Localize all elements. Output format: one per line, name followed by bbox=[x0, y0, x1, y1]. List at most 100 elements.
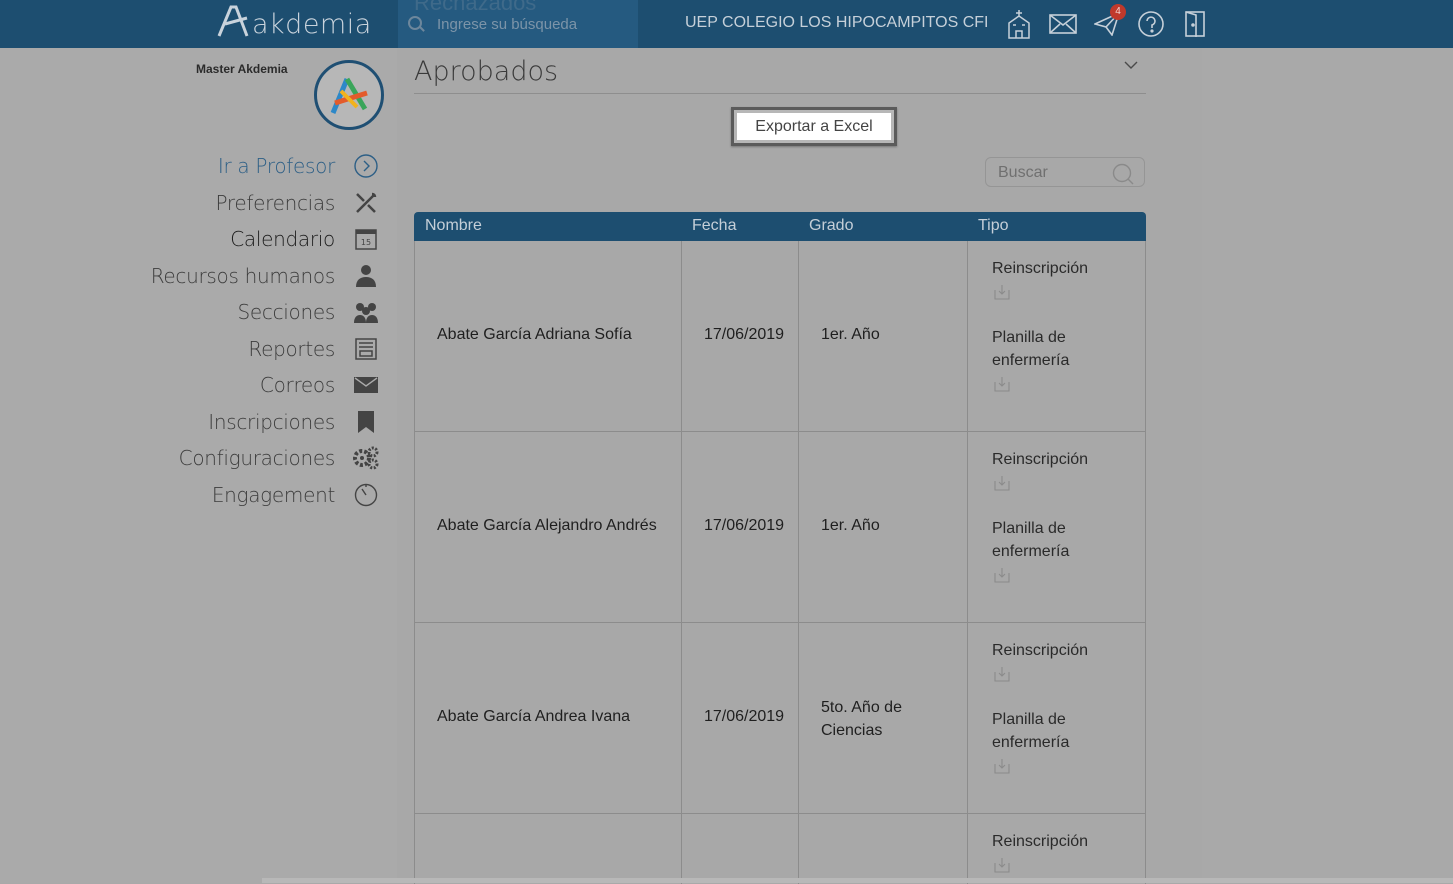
sidebar-item-label: Inscripciones bbox=[208, 409, 335, 434]
table-row: Reinscripción bbox=[414, 814, 1146, 884]
student-name: Abate García Adriana Sofía bbox=[437, 326, 632, 343]
student-date: 17/06/2019 bbox=[704, 708, 785, 725]
send-icon[interactable]: 4 bbox=[1092, 4, 1126, 40]
type-cell: Reinscripción Planilla de enfermería bbox=[992, 639, 1102, 774]
tools-icon bbox=[353, 190, 379, 216]
title-divider bbox=[414, 93, 1146, 94]
gears-icon bbox=[353, 445, 379, 471]
logo-text: akdemia bbox=[252, 8, 372, 40]
sidebar-item-label: Secciones bbox=[237, 300, 336, 325]
sidebar-menu: Ir a Profesor Preferencias Calendario 15… bbox=[79, 148, 379, 513]
akdemia-logo[interactable]: akdemia bbox=[216, 4, 372, 44]
sidebar-item-preferencias[interactable]: Preferencias bbox=[79, 185, 379, 222]
column-divider bbox=[967, 623, 968, 813]
type-label: Reinscripción bbox=[992, 260, 1089, 277]
download-icon[interactable] bbox=[994, 475, 1010, 491]
chevron-down-icon[interactable] bbox=[1124, 58, 1138, 72]
mail-icon bbox=[353, 372, 379, 398]
download-icon[interactable] bbox=[994, 666, 1010, 682]
column-header-grado[interactable]: Grado bbox=[809, 217, 853, 235]
search-icon[interactable] bbox=[1112, 163, 1134, 185]
table-row: Abate García Alejandro Andrés 17/06/2019… bbox=[414, 432, 1146, 623]
page-title: Aprobados bbox=[414, 56, 559, 87]
table-search bbox=[985, 157, 1145, 187]
type-label: Planilla de enfermería bbox=[992, 520, 1070, 560]
download-icon[interactable] bbox=[994, 758, 1010, 774]
type-cell: Reinscripción Planilla de enfermería bbox=[992, 257, 1102, 392]
sidebar-item-reportes[interactable]: Reportes bbox=[79, 331, 379, 368]
person-icon bbox=[353, 263, 379, 289]
column-divider bbox=[798, 814, 799, 884]
table-header: Nombre Fecha Grado Tipo bbox=[414, 212, 1146, 241]
sidebar-item-calendario[interactable]: Calendario 15 bbox=[79, 221, 379, 258]
download-icon[interactable] bbox=[994, 376, 1010, 392]
column-divider bbox=[798, 432, 799, 622]
column-divider bbox=[681, 432, 682, 622]
column-header-tipo[interactable]: Tipo bbox=[978, 217, 1009, 235]
search-icon bbox=[407, 15, 425, 33]
notification-badge: 4 bbox=[1110, 4, 1126, 20]
avatar[interactable] bbox=[314, 60, 384, 130]
column-divider bbox=[681, 814, 682, 884]
user-name: Master Akdemia bbox=[196, 62, 288, 76]
type-cell: Reinscripción bbox=[992, 830, 1102, 873]
sidebar-item-recursos-humanos[interactable]: Recursos humanos bbox=[79, 258, 379, 295]
students-table: Nombre Fecha Grado Tipo Abate García Adr… bbox=[414, 212, 1146, 884]
column-header-nombre[interactable]: Nombre bbox=[425, 217, 482, 235]
column-divider bbox=[798, 623, 799, 813]
calendar-day: 15 bbox=[361, 238, 371, 247]
column-divider bbox=[967, 432, 968, 622]
download-icon[interactable] bbox=[994, 284, 1010, 300]
type-label: Reinscripción bbox=[992, 833, 1089, 850]
student-grade: 1er. Año bbox=[821, 517, 880, 534]
column-divider bbox=[681, 623, 682, 813]
sidebar-item-label: Engagement bbox=[211, 482, 335, 507]
sidebar-item-label: Preferencias bbox=[215, 190, 335, 215]
calendar-icon: 15 bbox=[353, 226, 379, 252]
type-label: Planilla de enfermería bbox=[992, 711, 1070, 751]
sidebar-item-correos[interactable]: Correos bbox=[79, 367, 379, 404]
student-name: Abate García Alejandro Andrés bbox=[437, 517, 657, 534]
sidebar-item-secciones[interactable]: Secciones bbox=[79, 294, 379, 331]
student-name: Abate García Andrea Ivana bbox=[437, 708, 631, 725]
student-grade: 1er. Año bbox=[821, 326, 880, 343]
sidebar-item-ir-a-profesor[interactable]: Ir a Profesor bbox=[79, 148, 379, 185]
download-icon[interactable] bbox=[994, 857, 1010, 873]
global-search-input[interactable] bbox=[435, 14, 639, 34]
sidebar-item-inscripciones[interactable]: Inscripciones bbox=[79, 404, 379, 441]
type-label: Reinscripción bbox=[992, 642, 1089, 659]
student-grade: 5to. Año de Ciencias bbox=[821, 699, 902, 739]
logo-mark-icon bbox=[216, 4, 250, 44]
sidebar-item-label: Recursos humanos bbox=[150, 263, 336, 288]
help-icon[interactable] bbox=[1136, 8, 1166, 40]
column-divider bbox=[681, 241, 682, 431]
timer-icon bbox=[353, 482, 379, 508]
sidebar-item-label: Ir a Profesor bbox=[217, 154, 335, 179]
global-search bbox=[407, 10, 639, 38]
sidebar-item-label: Calendario bbox=[230, 227, 335, 252]
group-icon bbox=[353, 299, 379, 325]
type-label: Reinscripción bbox=[992, 451, 1089, 468]
download-icon[interactable] bbox=[994, 567, 1010, 583]
mail-icon[interactable] bbox=[1048, 8, 1078, 40]
school-name[interactable]: UEP COLEGIO LOS HIPOCAMPITOS CFI bbox=[685, 14, 988, 32]
table-row: Abate García Andrea Ivana 17/06/2019 5to… bbox=[414, 623, 1146, 814]
sidebar-item-label: Correos bbox=[259, 373, 335, 398]
export-excel-button[interactable]: Exportar a Excel bbox=[731, 107, 897, 146]
sidebar-item-configuraciones[interactable]: Configuraciones bbox=[79, 440, 379, 477]
table-search-input[interactable] bbox=[996, 163, 1110, 183]
type-cell: Reinscripción Planilla de enfermería bbox=[992, 448, 1102, 583]
type-label: Planilla de enfermería bbox=[992, 329, 1070, 369]
school-icon[interactable] bbox=[1004, 8, 1034, 40]
horizontal-scrollbar[interactable] bbox=[262, 878, 1453, 883]
sidebar: Master Akdemia Ir a Profesor Preferencia… bbox=[0, 48, 397, 883]
bookmark-icon bbox=[353, 409, 379, 435]
sidebar-item-engagement[interactable]: Engagement bbox=[79, 477, 379, 514]
logout-icon[interactable] bbox=[1180, 8, 1210, 40]
column-header-fecha[interactable]: Fecha bbox=[692, 217, 736, 235]
right-background bbox=[1202, 48, 1453, 883]
column-divider bbox=[798, 241, 799, 431]
chevron-right-circle-icon bbox=[353, 153, 379, 179]
table-row: Abate García Adriana Sofía 17/06/2019 1e… bbox=[414, 241, 1146, 432]
column-divider bbox=[967, 814, 968, 884]
